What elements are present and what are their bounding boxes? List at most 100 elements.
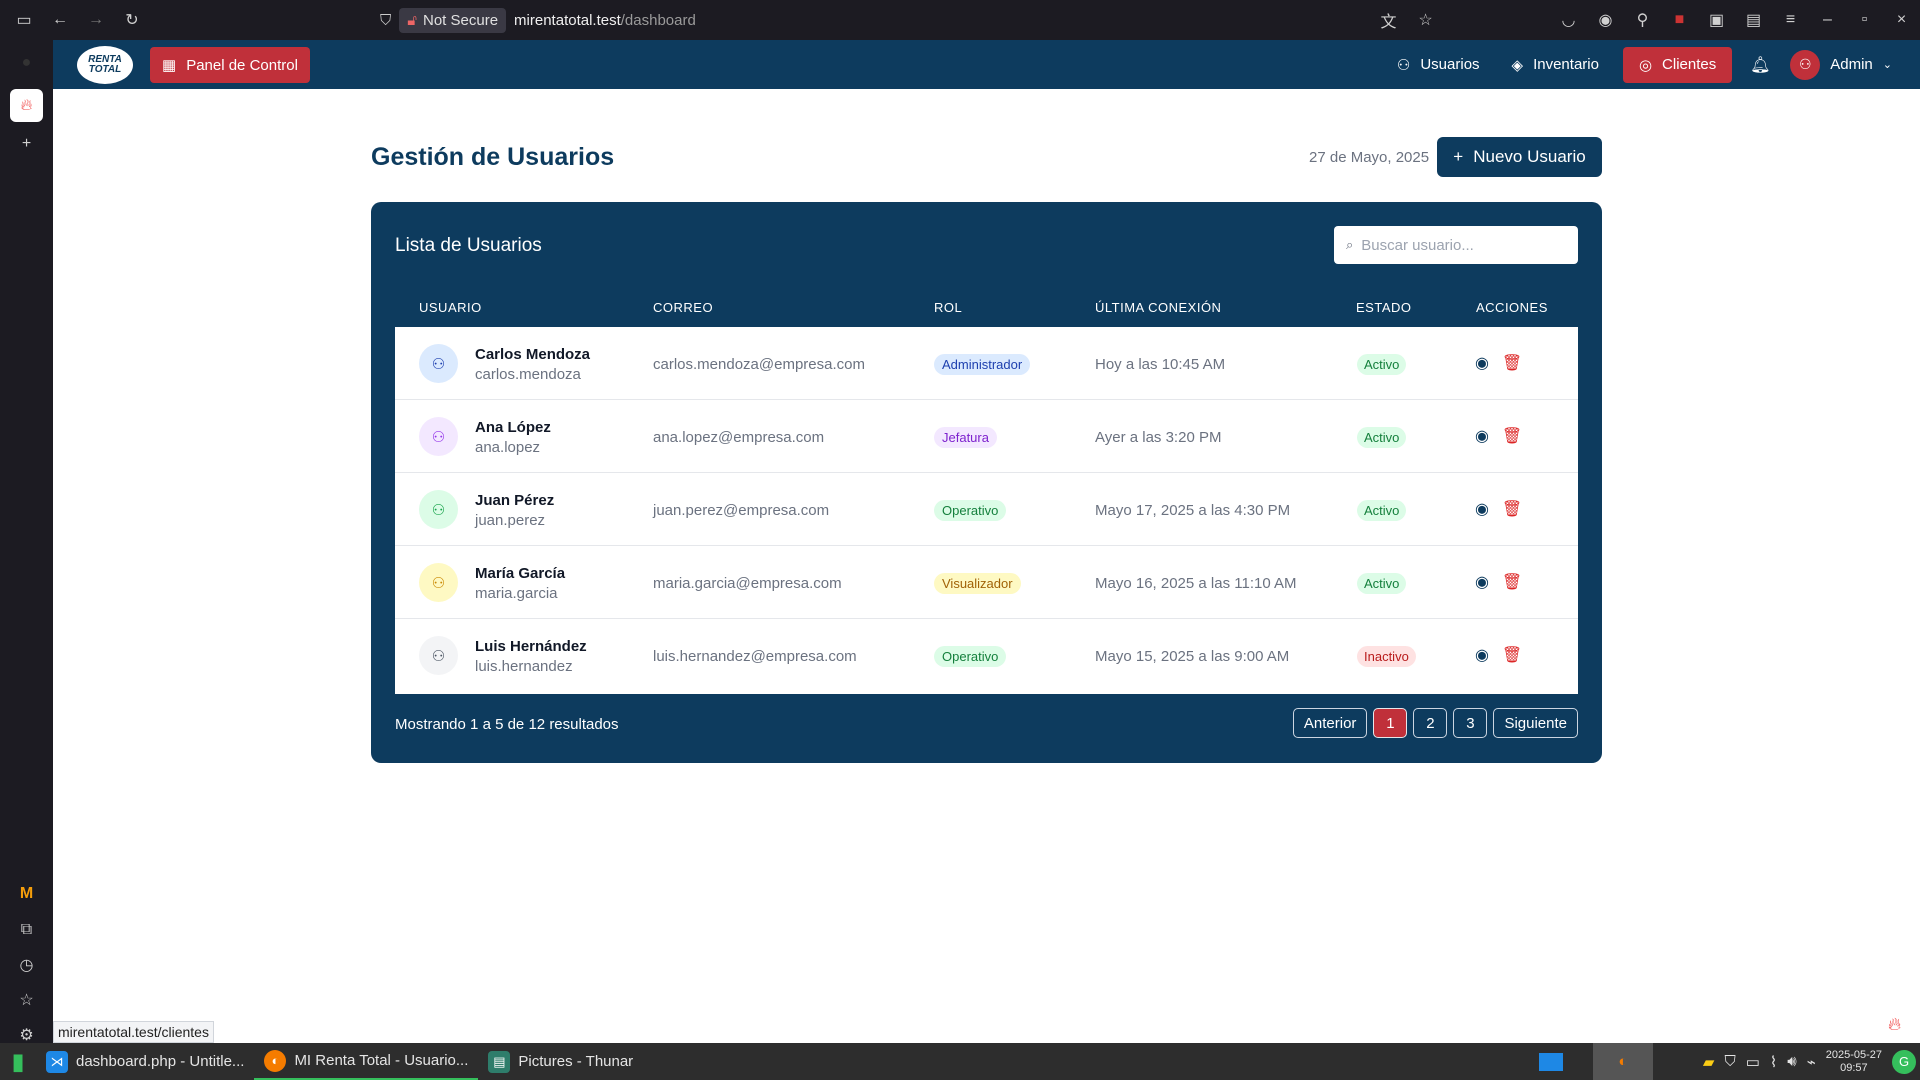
taskbar-item-thunar[interactable]: ▤ Pictures - Thunar [478,1043,643,1080]
browser-right-icons: 文 ☆ ◡ ◉ ⚲ ■ ▣ ▤ ≡ – ▫ × [1370,0,1920,40]
nav-link-inventario[interactable]: ◈ Inventario [1496,47,1615,83]
brand-logo[interactable]: RENTA TOTAL [77,46,133,84]
shield-icon[interactable]: ⛉ [380,12,391,29]
delete-trash-icon[interactable]: 🗑︎ [1502,573,1522,591]
user-name: Luis Hernández [475,638,587,655]
table-row[interactable]: ⚇ Ana López ana.lopez ana.lopez@empresa.… [395,400,1578,473]
flame-icon[interactable]: 🔥︎ [1888,1014,1901,1035]
nav-link-usuarios[interactable]: ⚇ Usuarios [1381,47,1496,83]
translate-icon[interactable]: 文 [1370,0,1407,40]
url-text[interactable]: mirentatotal.test/dashboard [514,12,696,29]
pocket-icon[interactable]: ◡ [1550,0,1587,40]
clock[interactable]: 2025-05-27 09:57 [1826,1049,1882,1075]
pagination: Anterior 1 2 3 Siguiente [1292,708,1578,738]
delete-trash-icon[interactable]: 🗑︎ [1502,427,1522,445]
delete-trash-icon[interactable]: 🗑︎ [1502,646,1522,664]
col-header-estado[interactable]: ESTADO [1356,300,1412,315]
sidebar-circle-icon[interactable]: ● [10,46,43,79]
sidebar-add-icon[interactable]: + [10,127,43,160]
table-row[interactable]: ⚇ María García maria.garcia maria.garcia… [395,546,1578,619]
nav-link-clientes[interactable]: ◎ Clientes [1622,46,1733,83]
bookmark-star-icon[interactable]: ☆ [1407,0,1444,40]
taskbar-item-vscode[interactable]: ⋊ dashboard.php - Untitle... [36,1043,254,1080]
admin-menu[interactable]: ⚇ Admin ⌄ [1780,49,1920,80]
view-eye-icon[interactable]: ◉ [1473,500,1491,518]
view-eye-icon[interactable]: ◉ [1473,573,1491,591]
extensions-icon[interactable]: ⚲ [1624,0,1661,40]
last-connection: Mayo 16, 2025 a las 11:10 AM [1095,575,1297,592]
role-badge: Jefatura [934,427,997,448]
network-icon[interactable]: ⌁ [1807,1053,1816,1071]
taskbar-item-firefox[interactable]: ◐ MI Renta Total - Usuario... [254,1043,479,1080]
clip-icon[interactable]: ⌇ [1770,1053,1777,1071]
start-menu-icon[interactable]: ▮ [0,1043,36,1080]
col-header-correo[interactable]: CORREO [653,300,713,315]
user-avatar-icon: ⚇ [419,344,458,383]
sidebar-app-icon[interactable]: 🔥︎ [10,89,43,122]
lock-icon: 🔓︎ [407,11,417,29]
display-icon[interactable]: ▭ [1746,1053,1760,1071]
menu-icon[interactable]: ≡ [1772,0,1809,40]
not-secure-badge[interactable]: 🔓︎ Not Secure [399,7,507,33]
ublock-icon[interactable]: ■ [1661,0,1698,40]
pagination-next-button[interactable]: Siguiente [1493,708,1578,738]
view-eye-icon[interactable]: ◉ [1473,646,1491,664]
table-row[interactable]: ⚇ Juan Pérez juan.perez juan.perez@empre… [395,473,1578,546]
target-icon: ◎ [1638,56,1653,74]
pagination-page-1[interactable]: 1 [1373,708,1408,738]
user-name: Ana López [475,419,551,436]
table-row[interactable]: ⚇ Luis Hernández luis.hernandez luis.her… [395,619,1578,692]
bookmarks-icon[interactable]: ☆ [10,983,43,1016]
forward-icon[interactable]: → [78,0,114,40]
close-icon[interactable]: × [1883,0,1920,40]
sidebar-toggle-icon[interactable]: ▭ [6,0,42,40]
firefox-tray-icon[interactable]: ◐ [1592,1043,1653,1080]
workspace-icon[interactable] [1538,1052,1563,1071]
notification-bell-icon[interactable]: 🔔︎ [1740,47,1780,83]
taskbar: ▮ ⋊ dashboard.php - Untitle... ◐ MI Rent… [0,1043,1920,1080]
account-icon[interactable]: ◉ [1587,0,1624,40]
user-email: luis.hernandez@empresa.com [653,648,857,665]
restore-icon[interactable]: ▫ [1846,0,1883,40]
browser-toolbar: ▭ ← → ↻ ⛉ 🔓︎ Not Secure mirentatotal.test… [0,0,1920,40]
volume-icon[interactable]: 🔊︎ [1787,1053,1796,1070]
search-box[interactable]: ⌕ [1334,226,1578,264]
pagination-prev-button[interactable]: Anterior [1292,708,1368,738]
search-input[interactable] [1361,236,1562,254]
table-row[interactable]: ⚇ Carlos Mendoza carlos.mendoza carlos.m… [395,327,1578,400]
reload-icon[interactable]: ↻ [114,0,150,40]
minimize-icon[interactable]: – [1809,0,1846,40]
user-email: maria.garcia@empresa.com [653,575,842,592]
url-bar[interactable]: ⛉ 🔓︎ Not Secure mirentatotal.test/dashboa… [380,6,696,34]
user-avatar-icon: ⚇ [419,563,458,602]
notes-icon[interactable]: ▰ [1703,1053,1715,1071]
user-email: carlos.mendoza@empresa.com [653,356,865,373]
pagination-page-2[interactable]: 2 [1413,708,1448,738]
new-user-button[interactable]: + Nuevo Usuario [1437,137,1602,177]
user-email: juan.perez@empresa.com [653,502,830,519]
admin-avatar: ⚇ [1790,49,1821,80]
role-badge: Operativo [934,646,1007,667]
col-header-usuario[interactable]: USUARIO [419,300,482,315]
history-icon[interactable]: ◷ [10,948,43,981]
results-summary: Mostrando 1 a 5 de 12 resultados [395,716,619,733]
shield-tray-icon[interactable]: ⛉ [1724,1053,1735,1070]
reader-icon[interactable]: ▤ [1735,0,1772,40]
col-header-ultima-conexion[interactable]: ÚLTIMA CONEXIÓN [1095,300,1221,315]
last-connection: Hoy a las 10:45 AM [1095,356,1226,373]
container-icon[interactable]: ▣ [1698,0,1735,40]
view-eye-icon[interactable]: ◉ [1473,427,1491,445]
back-icon[interactable]: ← [42,0,78,40]
sidebar-m-icon[interactable]: M [10,877,43,910]
view-eye-icon[interactable]: ◉ [1473,354,1491,372]
delete-trash-icon[interactable]: 🗑︎ [1502,500,1522,518]
update-icon[interactable]: G [1892,1049,1916,1074]
col-header-rol[interactable]: ROL [934,300,962,315]
sidebar-tabs-icon[interactable]: ⧉ [10,913,43,946]
delete-trash-icon[interactable]: 🗑︎ [1502,354,1522,372]
pagination-page-3[interactable]: 3 [1453,708,1488,738]
users-card: Lista de Usuarios ⌕ USUARIO CORREO ROL Ú… [371,202,1602,763]
panel-control-button[interactable]: ▦ Panel de Control [150,47,310,83]
user-icon: ⚇ [1396,56,1411,74]
browser-sidebar: ● 🔥︎ + M ⧉ ◷ ☆ ⚙ [0,40,53,1044]
